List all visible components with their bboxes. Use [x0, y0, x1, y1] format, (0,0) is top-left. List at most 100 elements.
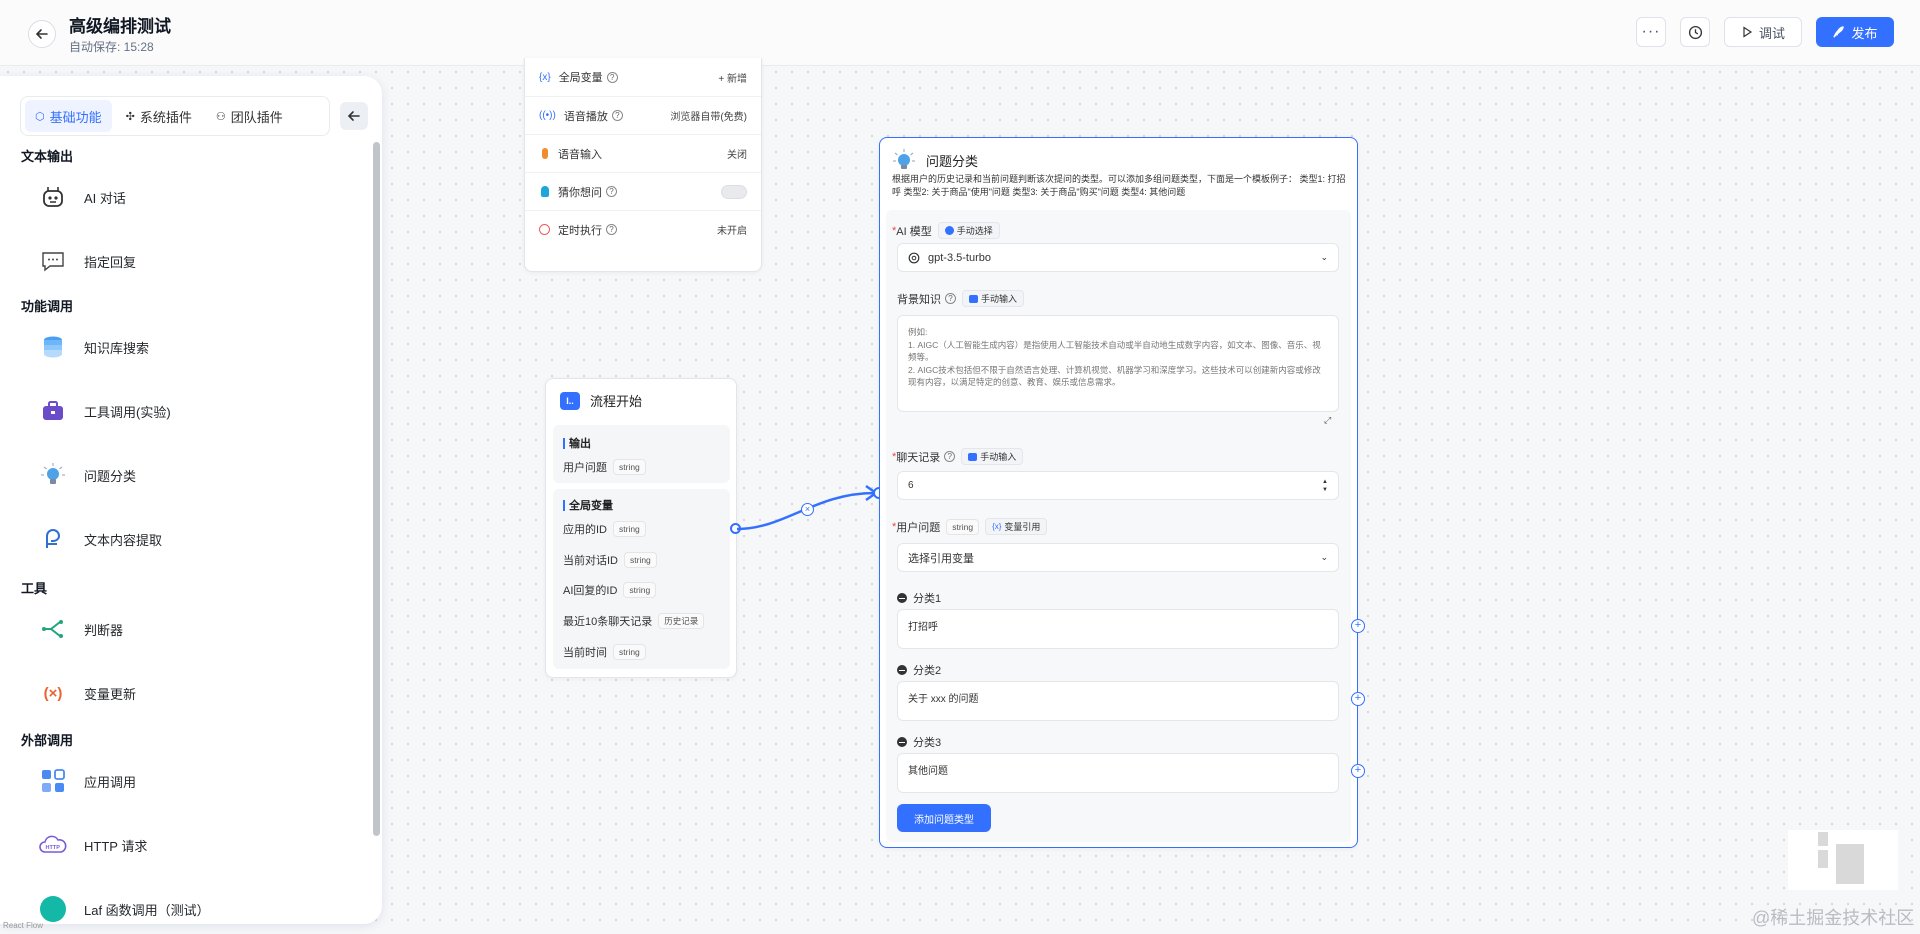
select-placeholder: 选择引用变量 — [908, 552, 974, 565]
input-value: 打招呼 — [908, 622, 938, 633]
history-input-mode-tag[interactable]: 手动输入 — [961, 448, 1024, 465]
help-icon: ? — [611, 110, 623, 121]
history-button[interactable] — [1680, 17, 1710, 47]
minimap[interactable] — [1788, 830, 1898, 890]
remove-category-icon[interactable] — [897, 737, 907, 747]
global-field: 当前对话ID string — [563, 552, 657, 568]
input-icon — [968, 452, 978, 461]
label-text: 分类2 — [913, 665, 942, 677]
module-tool-call[interactable]: 工具调用(实验) — [38, 394, 171, 428]
background-label: 背景知识? 手动输入 — [897, 290, 1025, 307]
play-icon — [1743, 26, 1753, 38]
expand-icon[interactable]: ⤢ — [1324, 415, 1331, 426]
module-label: AI 对话 — [84, 190, 126, 206]
remove-category-icon[interactable] — [897, 665, 907, 675]
module-label: 工具调用(实验) — [84, 404, 171, 420]
remove-category-icon[interactable] — [897, 593, 907, 603]
module-judge[interactable]: 判断器 — [38, 612, 123, 646]
background-textarea[interactable] — [897, 315, 1339, 412]
category-input[interactable]: 其他问题 — [897, 753, 1339, 793]
label-text: 分类3 — [913, 737, 942, 749]
section-text-output: 文本输出 — [21, 149, 74, 164]
openai-icon — [908, 252, 920, 263]
add-category-button[interactable]: 添加问题类型 — [897, 804, 991, 832]
setting-label: 全局变量 — [558, 72, 603, 84]
background-input-mode-tag[interactable]: 手动输入 — [962, 290, 1025, 307]
edge-delete-icon[interactable]: × — [801, 503, 814, 516]
module-app-call[interactable]: 应用调用 — [38, 764, 136, 798]
panel-scrollbar[interactable] — [373, 142, 380, 836]
global-field: 最近10条聊天记录 历史记录 — [563, 613, 705, 629]
label-text: 背景知识 — [897, 293, 941, 306]
add-variable-button[interactable]: + 新增 — [718, 70, 747, 85]
stepper-icon[interactable]: ▲ ▼ — [1322, 478, 1328, 494]
setting-row-tts[interactable]: ((•)) 语音播放? 浏览器自带(免费) — [525, 96, 761, 134]
setting-row-voice-input[interactable]: 语音输入 关闭 — [525, 134, 761, 172]
publish-button[interactable]: 发布 — [1816, 17, 1894, 47]
tag-text: 手动选择 — [956, 226, 993, 236]
help-icon: ? — [945, 293, 956, 304]
field-name: 用户问题 — [563, 462, 607, 474]
module-laf[interactable]: Laf 函数调用（测试） — [38, 892, 210, 924]
module-label: 文本内容提取 — [84, 532, 163, 548]
history-number-input[interactable]: 6 ▲ ▼ — [897, 471, 1339, 500]
module-label: 应用调用 — [84, 774, 137, 790]
module-label: 变量更新 — [84, 686, 137, 702]
bulb-icon — [541, 186, 549, 197]
autosave-status: 自动保存: 15:28 — [69, 40, 154, 54]
category-label: 分类1 — [897, 590, 941, 606]
question-ref-mode-tag[interactable]: {x} 变量引用 — [985, 518, 1048, 535]
input-value: 6 — [908, 480, 914, 491]
category-output-handle[interactable]: + — [1351, 619, 1365, 633]
setting-row-global-vars[interactable]: {x} 全局变量? + 新增 — [525, 58, 761, 96]
tab-basic[interactable]: ⬡ 基础功能 — [25, 100, 112, 132]
module-classify[interactable]: 问题分类 — [38, 458, 136, 492]
variable-icon: {x} — [539, 71, 551, 83]
start-icon: I.. — [560, 391, 580, 410]
react-flow-attribution[interactable]: React Flow — [3, 921, 43, 930]
toolbox-icon — [38, 396, 68, 426]
module-kb-search[interactable]: 知识库搜索 — [38, 330, 149, 364]
module-label: 判断器 — [84, 622, 124, 638]
variable-reference-select[interactable]: 选择引用变量 ⌄ — [897, 543, 1339, 572]
setting-row-schedule[interactable]: 定时执行? 未开启 — [525, 210, 761, 248]
collapse-panel-button[interactable] — [340, 102, 368, 130]
category-input[interactable]: 打招呼 — [897, 609, 1339, 649]
suggest-toggle[interactable] — [721, 184, 747, 199]
ai-model-select[interactable]: gpt-3.5-turbo ⌄ — [897, 243, 1339, 272]
minimap-node — [1836, 844, 1864, 884]
tab-team-plugins[interactable]: ⚇ 团队插件 — [206, 100, 293, 132]
chevron-down-icon: ⌄ — [1320, 252, 1328, 262]
field-type: string — [613, 521, 646, 537]
category-input[interactable]: 关于 xxx 的问题 — [897, 681, 1339, 721]
module-extract[interactable]: 文本内容提取 — [38, 522, 162, 556]
global-label: 全局变量 — [563, 497, 613, 513]
label-text: 聊天记录 — [896, 451, 941, 464]
category-output-handle[interactable]: + — [1351, 692, 1365, 706]
label-text: 用户问题 — [896, 521, 941, 534]
more-button[interactable]: ··· — [1636, 17, 1666, 47]
app-title: 高级编排测试 — [69, 17, 171, 36]
section-function-call: 功能调用 — [21, 299, 74, 314]
section-tools: 工具 — [21, 581, 48, 596]
clock-icon — [1688, 25, 1702, 39]
system-config-node[interactable]: {x} 全局变量? + 新增 ((•)) 语音播放? 浏览器自带(免费) 语音输… — [524, 58, 762, 272]
setting-label: 语音输入 — [558, 148, 602, 161]
workflow-start-node[interactable]: I.. 流程开始 输出 用户问题 string 全局变量 应用的ID string… — [545, 378, 737, 678]
grid-icon — [38, 766, 68, 796]
tab-system-plugins[interactable]: ✣ 系统插件 — [116, 100, 202, 132]
model-select-mode-tag[interactable]: 手动选择 — [937, 222, 1000, 239]
module-http[interactable]: HTTP HTTP 请求 — [38, 828, 147, 862]
back-button[interactable] — [28, 20, 56, 48]
debug-label: 调试 — [1758, 25, 1785, 41]
module-var-update[interactable]: (×) 变量更新 — [38, 676, 136, 710]
question-classify-node[interactable]: 问题分类 根据用户的历史记录和当前问题判断该次提问的类型。可以添加多组问题类型，… — [879, 137, 1358, 848]
more-dots-icon: ··· — [1641, 23, 1661, 40]
laf-icon — [38, 894, 68, 924]
output-section: 输出 用户问题 string — [553, 425, 730, 483]
module-reply[interactable]: 指定回复 — [38, 244, 136, 278]
category-output-handle[interactable]: + — [1351, 764, 1365, 778]
module-ai-chat[interactable]: AI 对话 — [38, 180, 126, 214]
setting-row-suggest[interactable]: 猜你想问? — [525, 172, 761, 210]
debug-button[interactable]: 调试 — [1724, 17, 1802, 47]
